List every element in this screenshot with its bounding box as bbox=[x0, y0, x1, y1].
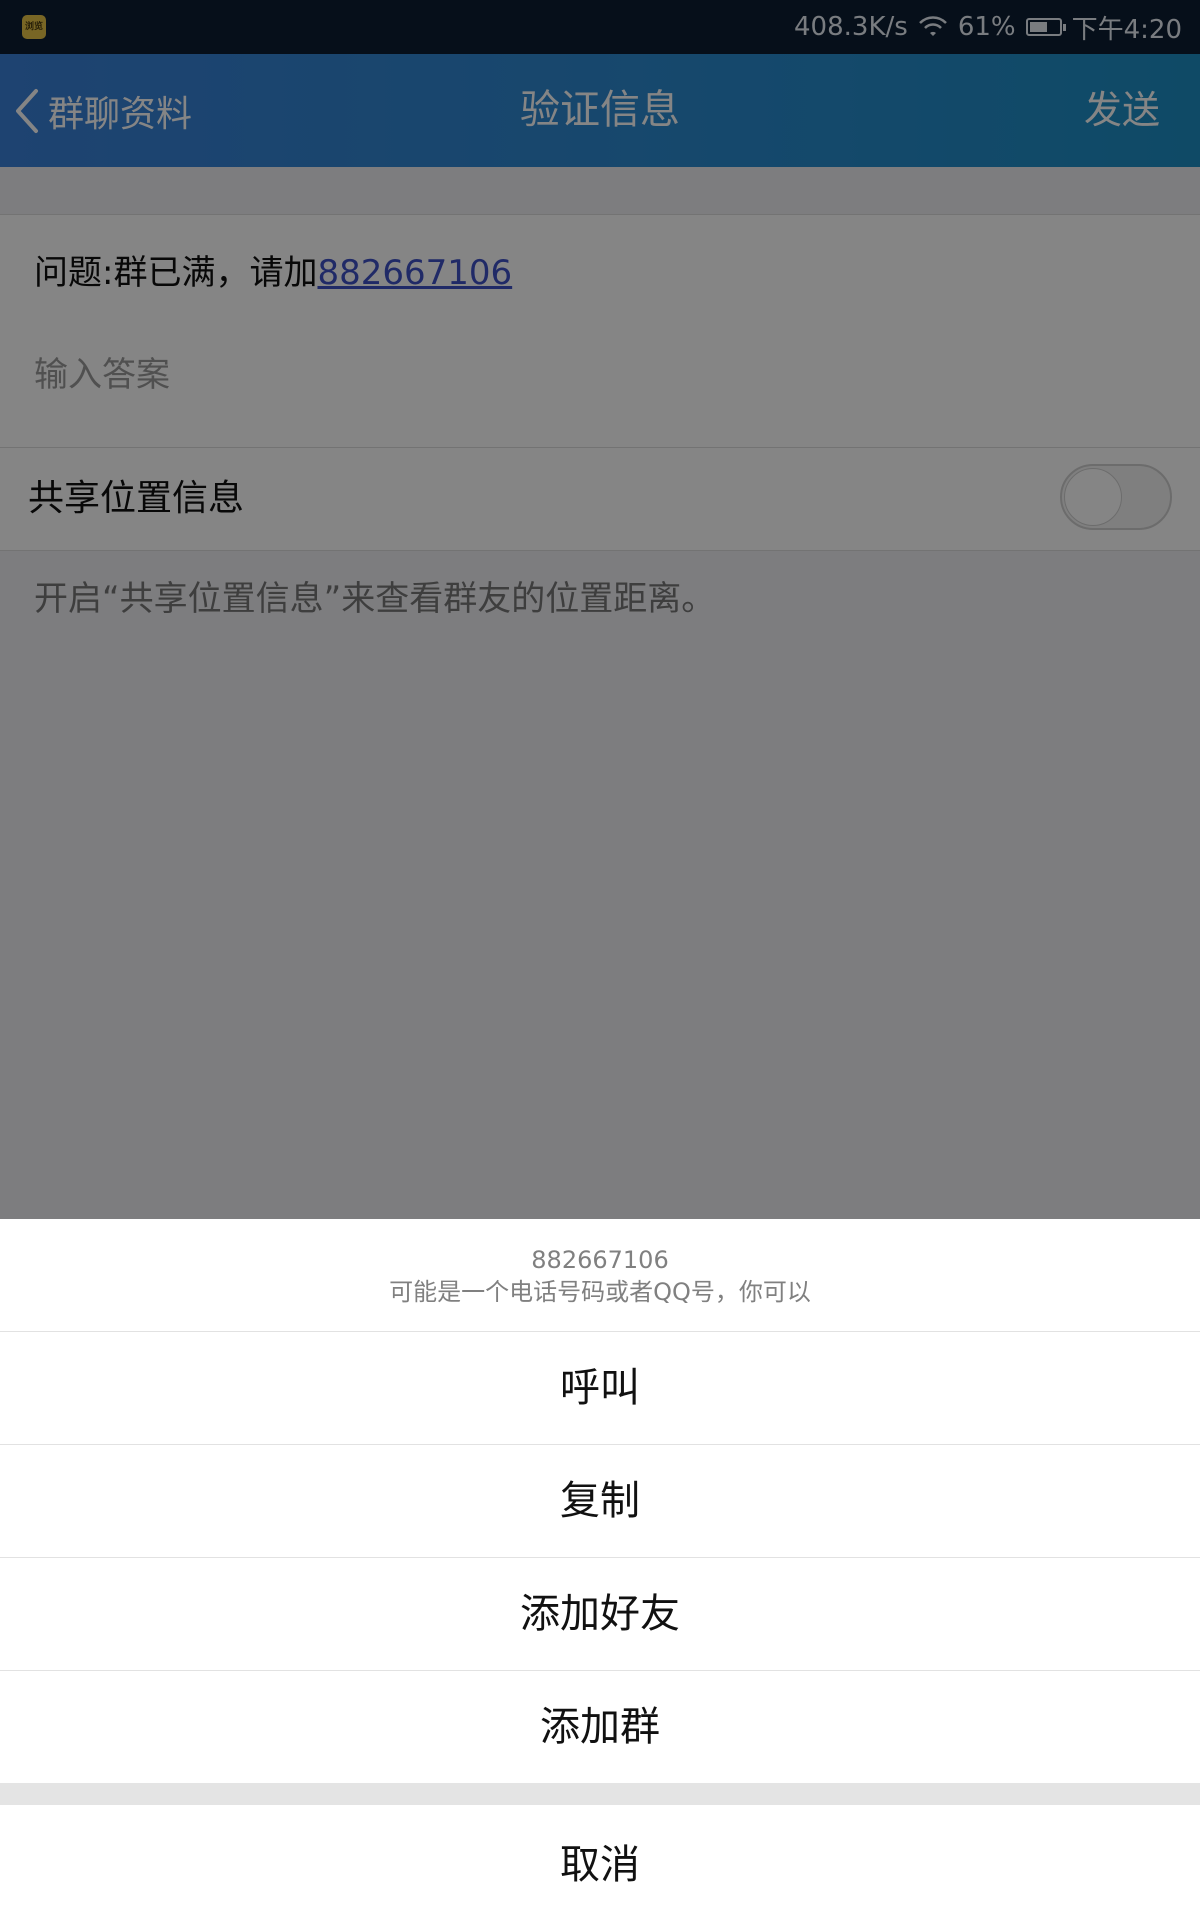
add-friend-button[interactable]: 添加好友 bbox=[0, 1558, 1200, 1671]
sheet-header: 882667106 可能是一个电话号码或者QQ号，你可以 bbox=[0, 1219, 1200, 1332]
copy-button[interactable]: 复制 bbox=[0, 1445, 1200, 1558]
call-button[interactable]: 呼叫 bbox=[0, 1332, 1200, 1445]
action-sheet: 882667106 可能是一个电话号码或者QQ号，你可以 呼叫 复制 添加好友 … bbox=[0, 1219, 1200, 1925]
sheet-number: 882667106 bbox=[531, 1246, 669, 1274]
add-group-button[interactable]: 添加群 bbox=[0, 1671, 1200, 1783]
sheet-description: 可能是一个电话号码或者QQ号，你可以 bbox=[389, 1278, 811, 1306]
cancel-button[interactable]: 取消 bbox=[0, 1805, 1200, 1925]
sheet-divider bbox=[0, 1783, 1200, 1805]
